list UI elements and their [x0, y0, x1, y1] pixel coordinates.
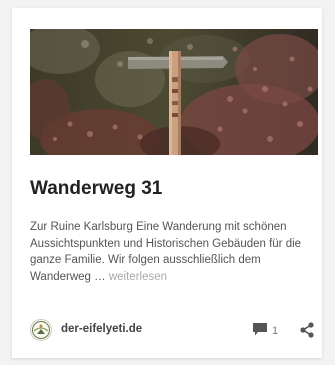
- author-name[interactable]: der-eifelyeti.de: [61, 323, 142, 335]
- post-card: Wanderweg 31 Zur Ruine Karlsburg Eine Wa…: [12, 8, 322, 358]
- avatar-graphic: [32, 321, 50, 339]
- post-image[interactable]: [30, 29, 318, 155]
- post-title[interactable]: Wanderweg 31: [30, 178, 162, 200]
- signpost-photo: [30, 29, 318, 155]
- comments-button[interactable]: 1: [252, 322, 278, 338]
- post-footer: der-eifelyeti.de 1: [30, 319, 320, 341]
- read-more-link[interactable]: weiterlesen: [109, 271, 167, 283]
- comment-icon: [253, 323, 267, 336]
- share-icon: [300, 322, 314, 338]
- share-button[interactable]: [299, 322, 315, 338]
- post-excerpt: Zur Ruine Karlsburg Eine Wanderung mit s…: [30, 219, 312, 285]
- comment-count: 1: [272, 325, 279, 337]
- yeti-logo-icon[interactable]: [30, 319, 52, 341]
